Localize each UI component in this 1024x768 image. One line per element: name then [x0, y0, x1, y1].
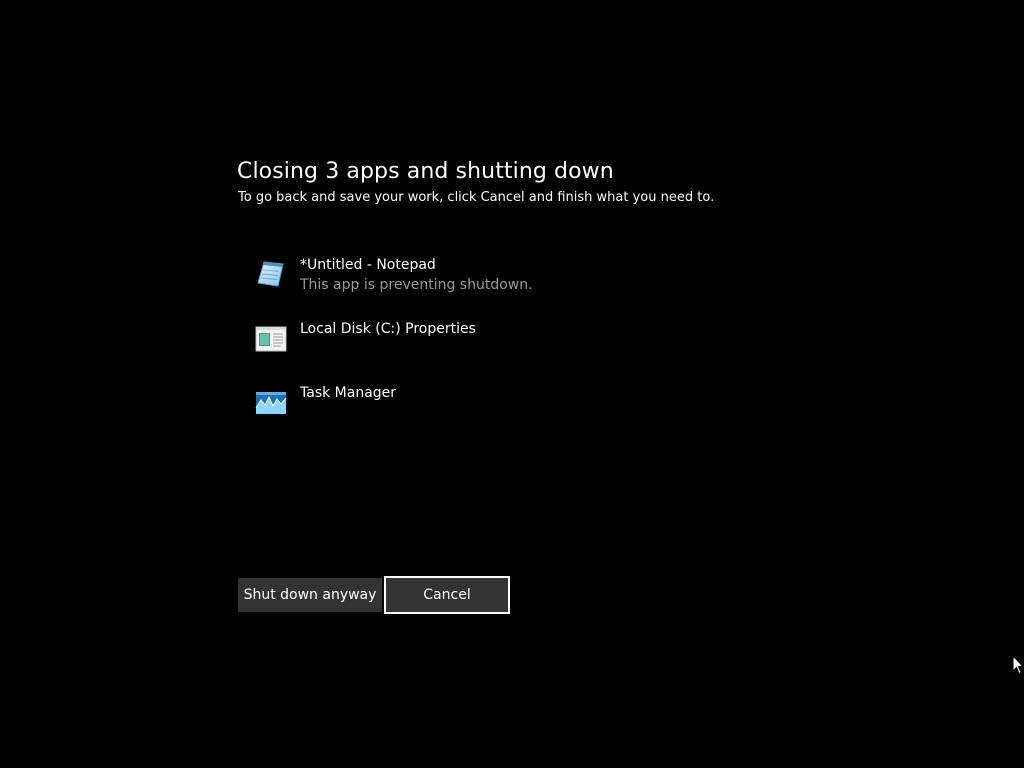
page-subtitle: To go back and save your work, click Can… — [238, 190, 715, 205]
task-manager-icon — [255, 386, 287, 418]
cancel-button[interactable]: Cancel — [384, 576, 510, 614]
shut-down-anyway-button[interactable]: Shut down anyway — [238, 578, 382, 612]
list-item-task-manager: Task Manager — [255, 384, 755, 434]
notepad-icon — [255, 258, 287, 290]
properties-window-icon — [255, 322, 287, 354]
list-item-disk-properties: Local Disk (C:) Properties — [255, 320, 755, 370]
app-name: Task Manager — [300, 385, 397, 401]
mouse-pointer-icon — [1012, 654, 1024, 675]
page-title: Closing 3 apps and shutting down — [237, 159, 614, 184]
app-name: Local Disk (C:) Properties — [300, 321, 476, 337]
list-item-notepad: *Untitled - Notepad This app is preventi… — [255, 256, 755, 306]
app-name: *Untitled - Notepad — [300, 257, 436, 273]
app-status: This app is preventing shutdown. — [300, 277, 533, 293]
shutdown-screen: Closing 3 apps and shutting down To go b… — [0, 0, 1024, 768]
